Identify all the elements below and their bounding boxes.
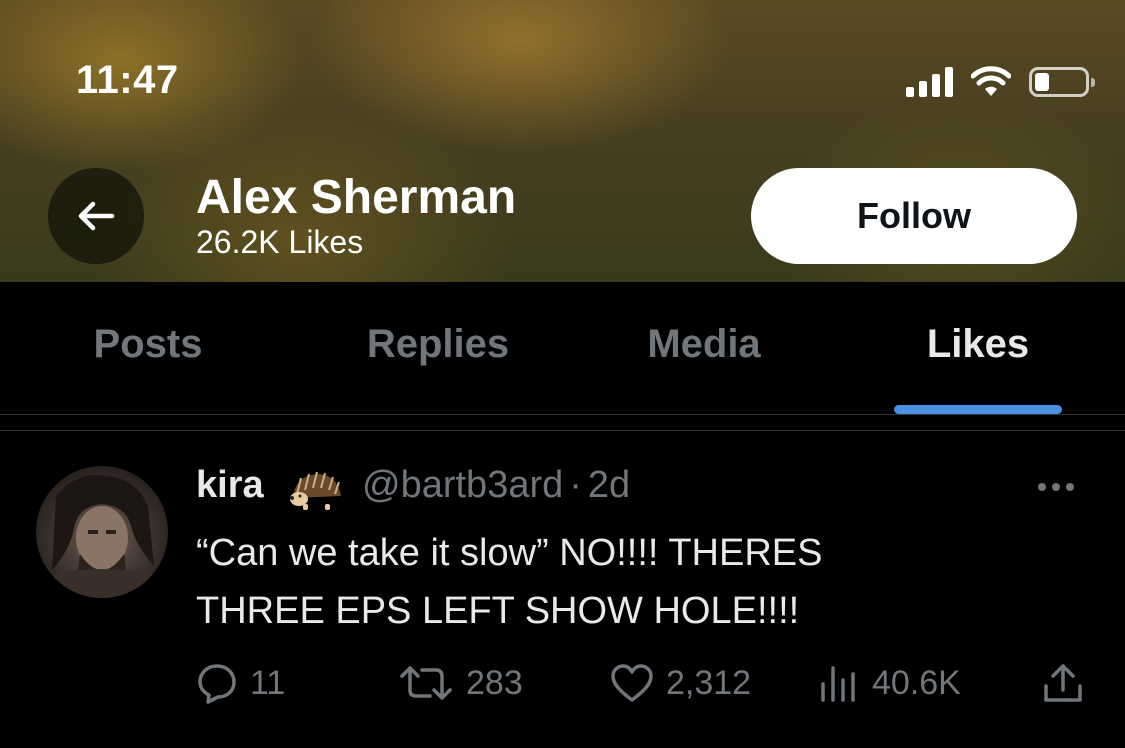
reply-count: 11 xyxy=(250,663,286,702)
views-button[interactable]: 40.6K xyxy=(818,660,961,706)
tab-media[interactable]: Media xyxy=(647,322,760,367)
meta-separator: · xyxy=(569,464,582,506)
tweet-time[interactable]: 2d xyxy=(588,464,630,506)
like-button[interactable]: 2,312 xyxy=(610,660,751,706)
share-icon xyxy=(1044,664,1082,702)
tab-posts[interactable]: Posts xyxy=(94,322,203,367)
views-count: 40.6K xyxy=(872,663,961,702)
more-dot-icon xyxy=(1038,483,1046,491)
views-icon xyxy=(821,666,855,702)
follow-button[interactable]: Follow xyxy=(751,168,1077,264)
avatar[interactable] xyxy=(36,466,168,598)
avatar-image xyxy=(36,475,168,598)
heart-icon xyxy=(611,664,653,702)
wifi-icon xyxy=(971,66,1011,96)
repost-icon xyxy=(400,666,452,700)
back-button[interactable] xyxy=(48,168,144,264)
status-time: 11:47 xyxy=(76,58,179,102)
profile-header: 11:47 Alex Sherman 26.2K Likes Follow xyxy=(0,0,1125,282)
tweet-meta: @bartb3ard · 2d xyxy=(362,464,630,507)
arrow-left-icon xyxy=(78,201,115,231)
cellular-signal-icon xyxy=(906,67,953,97)
repost-button[interactable]: 283 xyxy=(398,660,523,706)
like-count: 2,312 xyxy=(666,663,752,702)
profile-name: Alex Sherman xyxy=(196,171,517,224)
hedgehog-emoji xyxy=(290,471,341,510)
tweet-text: “Can we take it slow” NO!!!! THERES THRE… xyxy=(196,532,823,632)
repost-count: 283 xyxy=(466,663,523,702)
battery-icon xyxy=(1029,67,1095,97)
reply-icon xyxy=(198,664,236,704)
tweet-handle[interactable]: @bartb3ard xyxy=(362,464,563,506)
profile-likes-count: 26.2K Likes xyxy=(196,224,364,260)
more-options-button[interactable] xyxy=(1038,480,1088,494)
profile-tabs: Posts Replies Media Likes xyxy=(0,282,1125,415)
reply-button[interactable]: 11 xyxy=(196,660,285,706)
tab-replies[interactable]: Replies xyxy=(367,322,509,367)
share-button[interactable] xyxy=(1042,660,1084,706)
active-tab-indicator xyxy=(894,405,1062,414)
tab-likes[interactable]: Likes xyxy=(927,322,1029,367)
tweet-author-name[interactable]: kira xyxy=(196,464,264,507)
divider xyxy=(0,430,1125,431)
status-icons xyxy=(906,62,1095,102)
